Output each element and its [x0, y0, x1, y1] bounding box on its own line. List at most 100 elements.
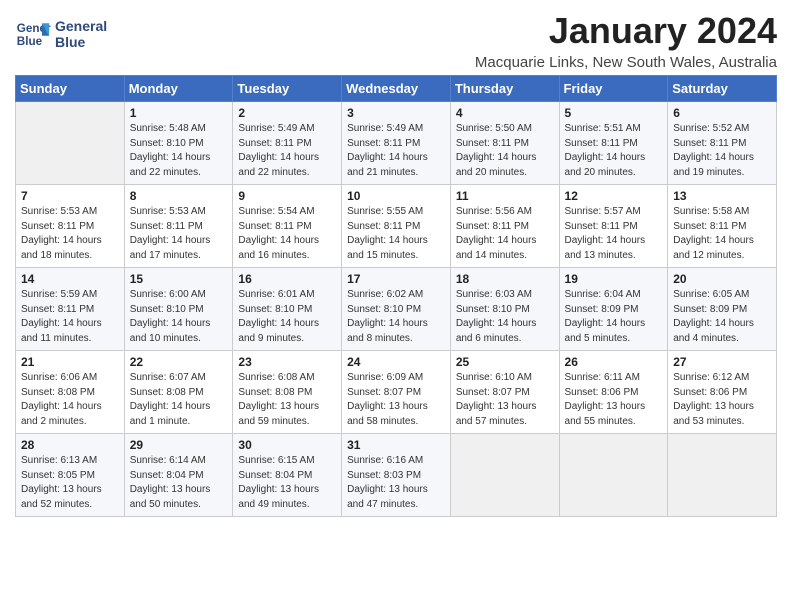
logo-text-general: General	[55, 18, 107, 34]
day-info: Sunrise: 6:12 AMSunset: 8:06 PMDaylight:…	[673, 371, 771, 429]
day-info: Sunrise: 5:55 AMSunset: 8:11 PMDaylight:…	[347, 205, 445, 263]
calendar-cell: 23 Sunrise: 6:08 AMSunset: 8:08 PMDayligh…	[233, 351, 342, 434]
calendar-cell: 24 Sunrise: 6:09 AMSunset: 8:07 PMDayligh…	[342, 351, 451, 434]
calendar-cell: 9 Sunrise: 5:54 AMSunset: 8:11 PMDaylight…	[233, 185, 342, 268]
day-number: 30	[238, 438, 336, 452]
day-info: Sunrise: 6:13 AMSunset: 8:05 PMDaylight:…	[21, 454, 119, 512]
day-number: 29	[130, 438, 228, 452]
day-info: Sunrise: 5:49 AMSunset: 8:11 PMDaylight:…	[238, 122, 336, 180]
column-header-wednesday: Wednesday	[342, 76, 451, 102]
calendar-cell: 22Sunrise: 6:07 AMSunset: 8:08 PMDayligh…	[124, 351, 233, 434]
day-info: Sunrise: 6:15 AMSunset: 8:04 PMDaylight:…	[238, 454, 336, 512]
calendar-cell	[559, 434, 668, 517]
day-number: 21	[21, 355, 119, 369]
day-number: 7	[21, 189, 119, 203]
day-number: 26	[565, 355, 663, 369]
day-info: Sunrise: 6:16 AMSunset: 8:03 PMDaylight:…	[347, 454, 445, 512]
day-number: 10	[347, 189, 445, 203]
logo-text-blue: Blue	[55, 34, 107, 50]
day-info: Sunrise: 6:03 AMSunset: 8:10 PMDaylight:…	[456, 288, 554, 346]
day-number: 1	[130, 106, 228, 120]
calendar-cell: 11Sunrise: 5:56 AMSunset: 8:11 PMDayligh…	[450, 185, 559, 268]
day-info: Sunrise: 6:01 AMSunset: 8:10 PMDaylight:…	[238, 288, 336, 346]
day-info: Sunrise: 6:10 AMSunset: 8:07 PMDaylight:…	[456, 371, 554, 429]
day-number: 28	[21, 438, 119, 452]
day-info: Sunrise: 5:54 AMSunset: 8:11 PMDaylight:…	[238, 205, 336, 263]
day-number: 13	[673, 189, 771, 203]
logo-icon: General Blue	[15, 16, 51, 52]
day-number: 22	[130, 355, 228, 369]
calendar-cell: 21 Sunrise: 6:06 AMSunset: 8:08 PMDayligh…	[16, 351, 125, 434]
day-number: 3	[347, 106, 445, 120]
logo: General Blue General Blue	[15, 16, 107, 52]
day-info: Sunrise: 6:02 AMSunset: 8:10 PMDaylight:…	[347, 288, 445, 346]
calendar-cell: 15 Sunrise: 6:00 AMSunset: 8:10 PMDayligh…	[124, 268, 233, 351]
day-info: Sunrise: 6:11 AMSunset: 8:06 PMDaylight:…	[565, 371, 663, 429]
page-header: General Blue General Blue January 2024 M…	[15, 10, 777, 71]
day-info: Sunrise: 6:00 AMSunset: 8:10 PMDaylight:…	[130, 288, 228, 346]
calendar-cell: 20Sunrise: 6:05 AMSunset: 8:09 PMDayligh…	[668, 268, 777, 351]
day-number: 24	[347, 355, 445, 369]
day-info: Sunrise: 5:50 AMSunset: 8:11 PMDaylight:…	[456, 122, 554, 180]
day-info: Sunrise: 5:59 AMSunset: 8:11 PMDaylight:…	[21, 288, 119, 346]
calendar-cell: 13 Sunrise: 5:58 AMSunset: 8:11 PMDayligh…	[668, 185, 777, 268]
column-header-sunday: Sunday	[16, 76, 125, 102]
calendar-cell: 26 Sunrise: 6:11 AMSunset: 8:06 PMDayligh…	[559, 351, 668, 434]
calendar-cell: 7Sunrise: 5:53 AMSunset: 8:11 PMDaylight…	[16, 185, 125, 268]
day-info: Sunrise: 6:14 AMSunset: 8:04 PMDaylight:…	[130, 454, 228, 512]
day-info: Sunrise: 6:09 AMSunset: 8:07 PMDaylight:…	[347, 371, 445, 429]
calendar-cell	[450, 434, 559, 517]
calendar-cell: 18 Sunrise: 6:03 AMSunset: 8:10 PMDayligh…	[450, 268, 559, 351]
calendar-cell: 30 Sunrise: 6:15 AMSunset: 8:04 PMDayligh…	[233, 434, 342, 517]
day-number: 5	[565, 106, 663, 120]
calendar-cell	[16, 102, 125, 185]
day-number: 15	[130, 272, 228, 286]
day-number: 17	[347, 272, 445, 286]
day-info: Sunrise: 6:08 AMSunset: 8:08 PMDaylight:…	[238, 371, 336, 429]
calendar-cell: 12 Sunrise: 5:57 AMSunset: 8:11 PMDayligh…	[559, 185, 668, 268]
calendar-cell: 6Sunrise: 5:52 AMSunset: 8:11 PMDaylight…	[668, 102, 777, 185]
day-number: 27	[673, 355, 771, 369]
calendar-cell: 16Sunrise: 6:01 AMSunset: 8:10 PMDayligh…	[233, 268, 342, 351]
calendar-cell: 5 Sunrise: 5:51 AMSunset: 8:11 PMDaylight…	[559, 102, 668, 185]
calendar-cell	[668, 434, 777, 517]
day-info: Sunrise: 6:04 AMSunset: 8:09 PMDaylight:…	[565, 288, 663, 346]
day-info: Sunrise: 5:48 AMSunset: 8:10 PMDaylight:…	[130, 122, 228, 180]
title-block: January 2024 Macquarie Links, New South …	[475, 10, 777, 71]
calendar-cell: 4 Sunrise: 5:50 AMSunset: 8:11 PMDaylight…	[450, 102, 559, 185]
column-header-saturday: Saturday	[668, 76, 777, 102]
day-number: 9	[238, 189, 336, 203]
day-info: Sunrise: 5:49 AMSunset: 8:11 PMDaylight:…	[347, 122, 445, 180]
day-info: Sunrise: 5:51 AMSunset: 8:11 PMDaylight:…	[565, 122, 663, 180]
day-number: 4	[456, 106, 554, 120]
day-number: 25	[456, 355, 554, 369]
day-number: 31	[347, 438, 445, 452]
column-header-friday: Friday	[559, 76, 668, 102]
calendar-cell: 14Sunrise: 5:59 AMSunset: 8:11 PMDayligh…	[16, 268, 125, 351]
calendar-cell: 29 Sunrise: 6:14 AMSunset: 8:04 PMDayligh…	[124, 434, 233, 517]
calendar-cell: 28 Sunrise: 6:13 AMSunset: 8:05 PMDayligh…	[16, 434, 125, 517]
column-header-thursday: Thursday	[450, 76, 559, 102]
calendar-subtitle: Macquarie Links, New South Wales, Austra…	[475, 54, 777, 71]
calendar-cell: 2Sunrise: 5:49 AMSunset: 8:11 PMDaylight…	[233, 102, 342, 185]
day-number: 6	[673, 106, 771, 120]
day-info: Sunrise: 5:56 AMSunset: 8:11 PMDaylight:…	[456, 205, 554, 263]
day-number: 8	[130, 189, 228, 203]
calendar-title: January 2024	[475, 10, 777, 52]
day-info: Sunrise: 5:53 AMSunset: 8:11 PMDaylight:…	[130, 205, 228, 263]
calendar-cell: 27 Sunrise: 6:12 AMSunset: 8:06 PMDayligh…	[668, 351, 777, 434]
day-number: 23	[238, 355, 336, 369]
calendar-cell: 19 Sunrise: 6:04 AMSunset: 8:09 PMDayligh…	[559, 268, 668, 351]
column-header-tuesday: Tuesday	[233, 76, 342, 102]
day-number: 18	[456, 272, 554, 286]
calendar-cell: 25 Sunrise: 6:10 AMSunset: 8:07 PMDayligh…	[450, 351, 559, 434]
calendar-cell: 17 Sunrise: 6:02 AMSunset: 8:10 PMDayligh…	[342, 268, 451, 351]
day-number: 19	[565, 272, 663, 286]
day-info: Sunrise: 5:57 AMSunset: 8:11 PMDaylight:…	[565, 205, 663, 263]
svg-text:Blue: Blue	[17, 35, 43, 48]
day-info: Sunrise: 6:06 AMSunset: 8:08 PMDaylight:…	[21, 371, 119, 429]
day-info: Sunrise: 5:58 AMSunset: 8:11 PMDaylight:…	[673, 205, 771, 263]
calendar-cell: 31 Sunrise: 6:16 AMSunset: 8:03 PMDayligh…	[342, 434, 451, 517]
day-info: Sunrise: 6:05 AMSunset: 8:09 PMDaylight:…	[673, 288, 771, 346]
day-number: 12	[565, 189, 663, 203]
